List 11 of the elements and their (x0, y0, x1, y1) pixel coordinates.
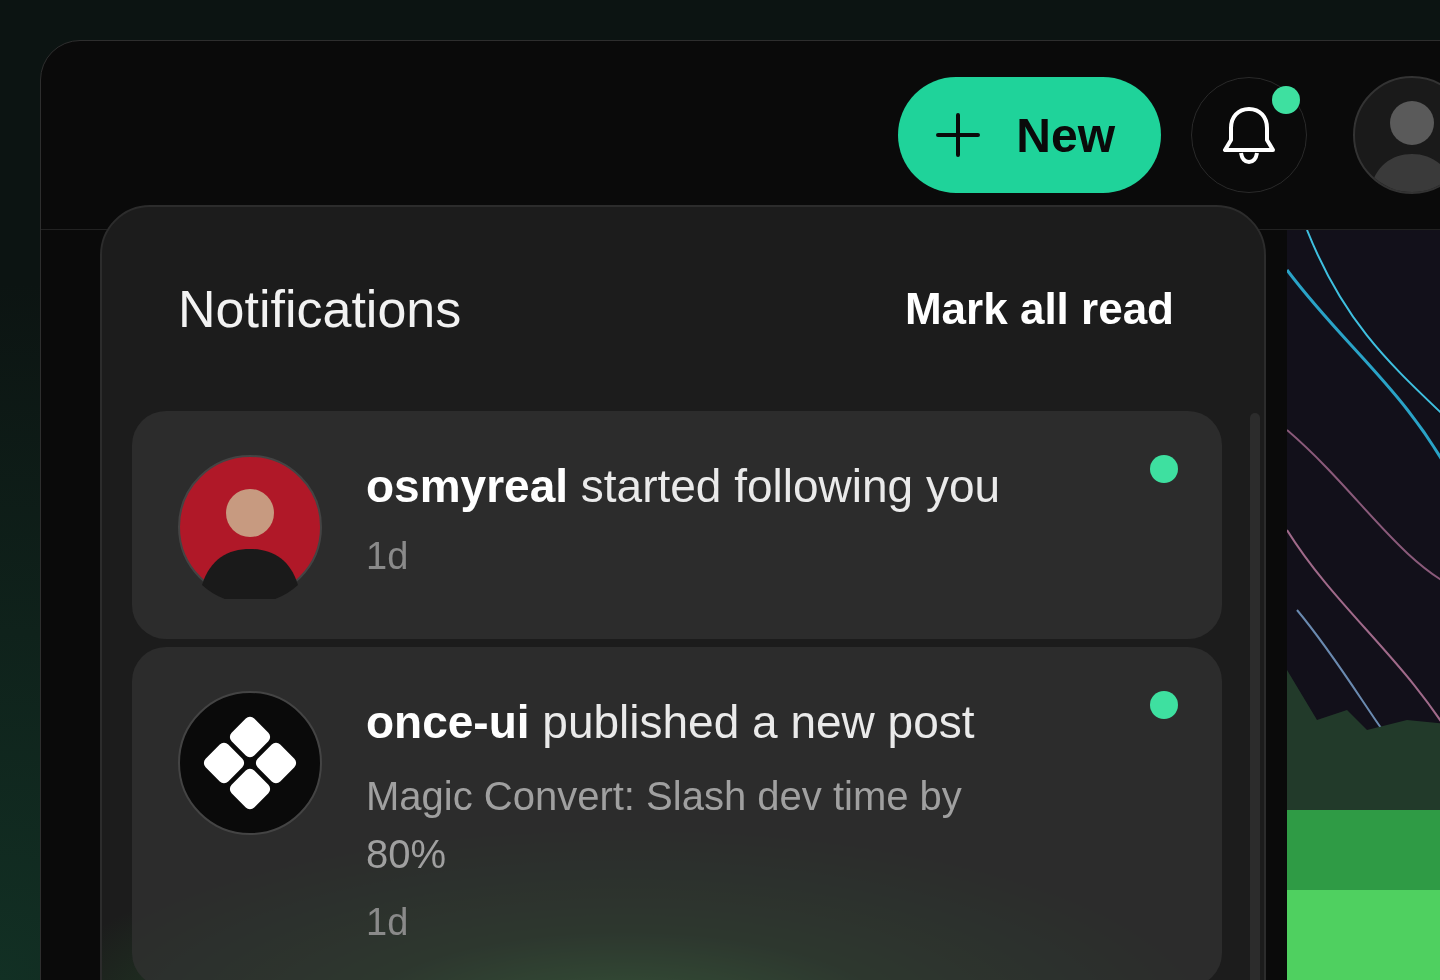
notification-message: once-ui published a new post (366, 695, 976, 750)
new-button[interactable]: New (898, 77, 1161, 193)
plus-icon (936, 113, 981, 157)
panel-title: Notifications (178, 279, 462, 339)
timestamp: 1d (366, 534, 410, 579)
notification-card[interactable]: osmyreal started following you 1d (132, 411, 1222, 639)
notification-card[interactable]: once-ui published a new post Magic Convert: Slash dev time by 80% 1d (132, 647, 1222, 980)
post-excerpt: Magic Convert: Slash dev time by 80% (366, 773, 963, 878)
mark-all-read-button[interactable]: Mark all read (904, 284, 1174, 334)
timestamp: 1d (366, 900, 410, 945)
notification-message: osmyreal started following you (366, 459, 1001, 514)
